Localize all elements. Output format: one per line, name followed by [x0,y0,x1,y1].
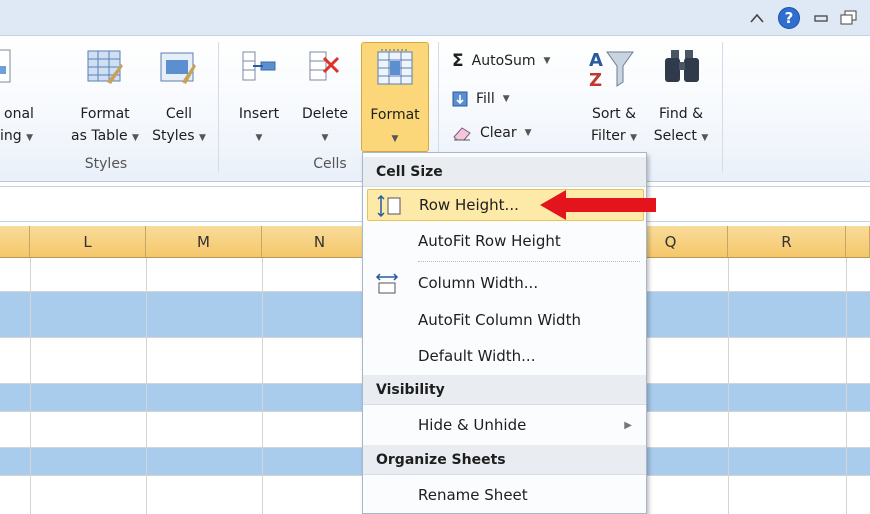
autofit-row-height-label: AutoFit Row Height [418,232,561,250]
format-table-label-1: Format [80,106,130,122]
chevron-down-icon: ▼ [543,56,551,66]
menu-item-autofit-column-width[interactable]: AutoFit Column Width [367,304,644,336]
fill-label: Fill [476,91,495,107]
svg-text:A: A [589,50,603,71]
find-select-button[interactable]: Find & Select ▼ [648,36,714,156]
column-header-n[interactable]: N [262,226,378,258]
chevron-down-icon: ▼ [255,133,263,143]
grid-line [30,258,31,514]
menu-separator [418,261,640,262]
sort-filter-button[interactable]: A Z Sort & Filter ▼ [582,36,646,156]
sort-filter-label-1: Sort & [591,106,637,122]
fill-down-icon [452,91,468,107]
menu-section-cell-size: Cell Size [363,157,646,187]
autofit-column-width-label: AutoFit Column Width [418,311,581,329]
conditional-label-1: onal [4,106,34,122]
column-header-m[interactable]: M [146,226,262,258]
rename-sheet-label: Rename Sheet [418,486,528,504]
sigma-icon: Σ [452,51,464,71]
grid-line [262,258,263,514]
conditional-label-2: ing [0,128,22,144]
clear-button[interactable]: Clear ▼ [452,120,532,146]
find-select-label-1: Find & [658,106,704,122]
cell-styles-label-2: Styles [152,128,195,144]
restore-window-icon[interactable] [838,7,860,29]
fill-button[interactable]: Fill ▼ [452,86,510,112]
autosum-label: AutoSum [471,53,536,69]
find-select-label-2: Select [653,128,697,144]
format-as-table-button[interactable]: Format as Table ▼ [62,36,148,156]
format-cells-icon [377,49,413,85]
minimize-ribbon-icon[interactable] [746,7,768,29]
cell-styles-icon [160,52,196,84]
column-width-label: Column Width... [418,274,539,292]
row-height-icon [377,194,401,218]
column-header-r[interactable]: R [728,226,846,258]
conditional-formatting-button[interactable]: onal ing ▼ [0,36,62,156]
insert-button[interactable]: Insert ▼ [228,36,290,156]
column-header-l[interactable]: L [30,226,146,258]
menu-item-rename-sheet[interactable]: Rename Sheet [367,479,644,511]
autosum-button[interactable]: Σ AutoSum ▼ [452,48,550,74]
cell-styles-button[interactable]: Cell Styles ▼ [146,36,212,156]
chevron-down-icon: ▼ [321,133,329,143]
sort-filter-icon: A Z [589,50,634,90]
chevron-down-icon: ▼ [630,133,638,143]
menu-section-organize-sheets: Organize Sheets [363,445,646,475]
cell-styles-label-1: Cell [165,106,193,122]
eraser-icon [453,127,471,141]
submenu-arrow-icon: ▶ [624,419,632,431]
menu-item-hide-unhide[interactable]: Hide & Unhide ▶ [367,409,644,441]
menu-item-column-width[interactable]: Column Width... [367,267,644,299]
chevron-down-icon: ▼ [701,133,709,143]
format-table-label-2: as Table [71,128,128,144]
chevron-down-icon: ▼ [502,94,510,104]
clear-label: Clear [480,125,517,141]
menu-item-autofit-row-height[interactable]: AutoFit Row Height [367,225,644,257]
insert-cells-icon [242,51,276,81]
delete-cells-icon [309,51,340,81]
hide-unhide-label: Hide & Unhide [418,416,527,434]
svg-text:Z: Z [589,70,602,90]
chevron-down-icon: ▼ [391,134,399,144]
group-separator [218,42,219,172]
delete-button[interactable]: Delete ▼ [292,36,358,156]
insert-label: Insert [238,106,280,122]
row-height-label: Row Height... [419,196,519,214]
sort-filter-label-2: Filter [590,128,626,144]
column-header[interactable] [846,226,870,258]
annotation-arrow-icon [540,190,656,220]
column-width-icon [375,273,399,294]
column-header[interactable] [0,226,30,258]
grid-line [146,258,147,514]
menu-item-default-width[interactable]: Default Width... [367,340,644,372]
chevron-down-icon: ▼ [199,133,206,143]
help-icon[interactable]: ? [778,7,800,29]
styles-group-label: Styles [84,156,128,172]
chevron-down-icon: ▼ [524,128,532,138]
conditional-formatting-icon [0,49,11,83]
table-format-icon [87,50,123,84]
format-button[interactable]: Format ▼ [361,42,429,152]
group-separator [722,42,723,172]
binoculars-icon [665,50,699,82]
grid-line [846,258,847,514]
default-width-label: Default Width... [418,347,536,365]
chevron-down-icon: ▼ [26,133,34,143]
chevron-down-icon: ▼ [132,133,139,143]
delete-label: Delete [302,106,348,122]
cells-group-label: Cells [313,156,347,172]
grid-line [728,258,729,514]
minimize-window-icon[interactable] [810,7,832,29]
format-label: Format [370,107,420,123]
menu-section-visibility: Visibility [363,375,646,405]
title-bar: ? [0,0,870,36]
